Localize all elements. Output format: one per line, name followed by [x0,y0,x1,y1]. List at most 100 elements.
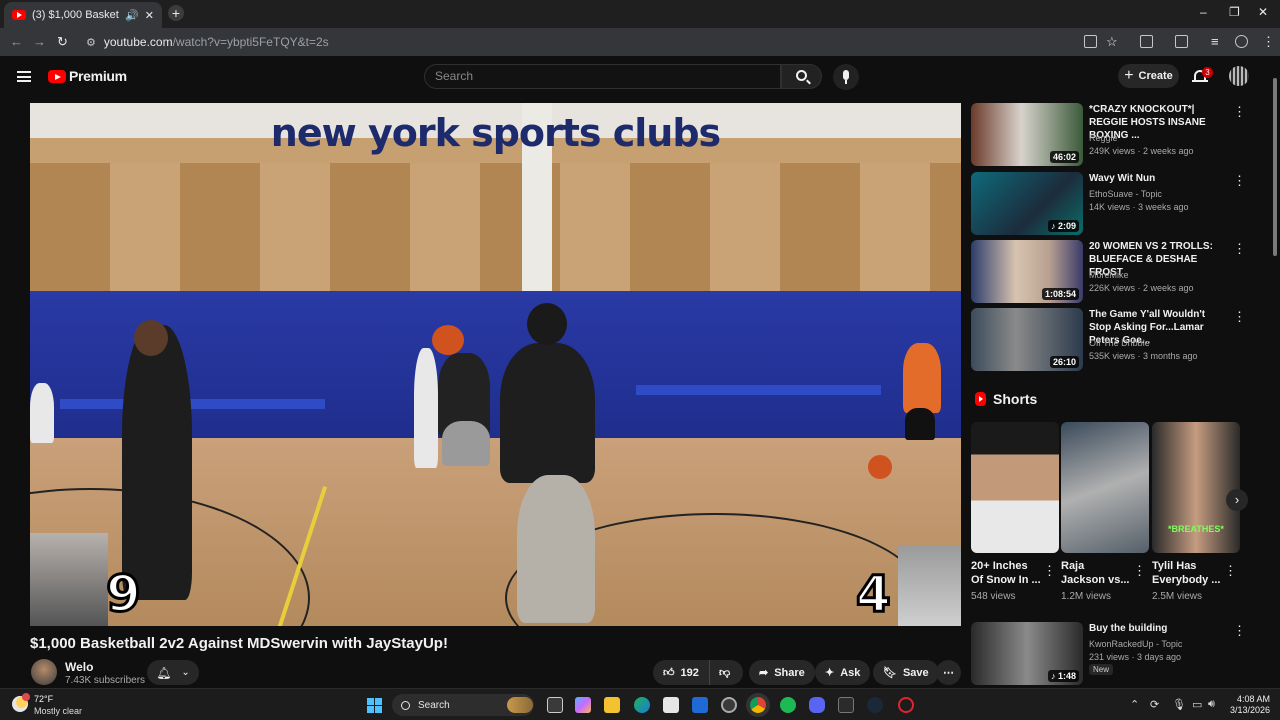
new-tab-button[interactable]: + [168,5,184,21]
video-player[interactable]: new york sports clubs 9 4 [30,103,961,626]
task-view-icon[interactable] [547,697,563,713]
network-icon[interactable]: ▭ [1192,698,1202,711]
more-vert-icon[interactable]: ⋮ [1233,104,1246,120]
recommendation-channel[interactable]: EthoSuave - Topic [1089,188,1162,201]
create-button[interactable]: + Create [1118,64,1179,88]
more-vert-icon[interactable]: ⋮ [1043,563,1056,579]
recommendation-item[interactable]: 1:08:54 20 WOMEN VS 2 TROLLS: BLUEFACE &… [971,240,1251,304]
xbox-icon[interactable] [838,697,854,713]
chrome-icon[interactable] [750,697,766,713]
short-thumbnail[interactable] [971,422,1059,553]
install-app-icon[interactable] [1084,35,1097,48]
close-tab-icon[interactable]: ✕ [145,9,154,22]
search-input[interactable]: Search [424,64,781,89]
bell-icon: 🔔︎ [156,665,172,680]
recommendation-title[interactable]: Buy the building [1089,622,1229,635]
cast-icon[interactable] [1175,35,1188,48]
video-thumbnail[interactable]: 1:08:54 [971,240,1083,303]
short-title[interactable]: Tylil Has Everybody ... [1152,559,1222,587]
windows-start-icon[interactable] [367,698,382,713]
dislike-button[interactable]: 👎︎ [709,660,743,685]
channel-avatar[interactable] [31,659,57,685]
search-button[interactable] [781,64,822,89]
edge-icon[interactable] [634,697,650,713]
outlook-icon[interactable] [692,697,708,713]
shorts-next-chevron-icon[interactable]: › [1226,489,1248,511]
steam-icon[interactable] [867,697,883,713]
menu-icon[interactable] [17,71,31,82]
player-figure [122,325,192,600]
ask-button[interactable]: ✦ Ask [815,660,871,685]
more-vert-icon[interactable]: ⋮ [1233,241,1246,257]
url-path: /watch?v=ybpti5FeTQY&t=2s [172,35,329,49]
microphone-icon[interactable]: 🎙︎ [1172,698,1186,711]
recommendation-item[interactable]: 26:10 The Game Y'all Wouldn't Stop Askin… [971,308,1251,372]
more-vert-icon[interactable]: ⋮ [1233,309,1246,325]
address-bar[interactable]: ⚙ youtube.com/watch?v=ybpti5FeTQY&t=2s [78,31,1126,53]
voice-search-mic-icon[interactable] [833,64,859,90]
temperature[interactable]: 72°F [34,694,53,704]
recommendation-item[interactable]: ♪ 1:48 Buy the building KwonRackedUp - T… [971,622,1251,686]
music-note-icon: ♪ [1050,671,1058,681]
video-title: $1,000 Basketball 2v2 Against MDSwervin … [30,635,448,652]
recommendation-channel[interactable]: Off The Dribble [1089,337,1150,350]
more-vert-icon[interactable]: ⋮ [1233,623,1246,639]
store-icon[interactable] [663,697,679,713]
forward-icon[interactable]: → [33,34,46,49]
short-title[interactable]: 20+ Inches Of Snow In ... [971,559,1041,587]
browser-tab[interactable]: (3) $1,000 Basketball 2v2 Against MDSwer… [4,2,162,28]
short-thumbnail[interactable]: *BREATHES* [1152,422,1240,553]
short-title[interactable]: Raja Jackson vs... [1061,559,1131,587]
scrollbar-thumb[interactable] [1273,78,1277,256]
premium-logo-text[interactable]: Premium [69,68,127,84]
save-button[interactable]: 🔖︎ Save [873,660,939,685]
recommendation-channel[interactable]: KwonRackedUp - Topic [1089,638,1182,651]
reload-icon[interactable]: ↻ [57,34,68,50]
recommendation-item[interactable]: ♪ 2:09 Wavy Wit Nun EthoSuave - Topic 14… [971,172,1251,236]
profile-icon[interactable] [1235,35,1248,48]
recommendation-channel[interactable]: MoreMike [1089,269,1129,282]
tray-app-icon[interactable]: ⟳ [1150,698,1159,711]
volume-icon[interactable]: 🔊︎ [1208,698,1215,711]
close-window-button[interactable]: ✕ [1258,5,1268,19]
widgets-icon[interactable] [507,697,533,713]
page-scrollbar[interactable] [1272,60,1278,686]
more-vert-icon[interactable]: ⋮ [1233,173,1246,189]
channel-name[interactable]: Welo [65,660,93,674]
site-info-icon[interactable]: ⚙ [86,36,96,49]
back-icon[interactable]: ← [10,34,23,49]
player-figure [905,408,935,440]
taskbar-clock[interactable]: 4:08 AM 3/13/2026 [1228,694,1270,716]
recommendation-item[interactable]: 46:02 *CRAZY KNOCKOUT*| REGGIE HOSTS INS… [971,103,1251,167]
short-thumbnail[interactable] [1061,422,1149,553]
extensions-icon[interactable] [1140,35,1153,48]
share-button[interactable]: ➦ Share [749,660,815,685]
youtube-logo-icon[interactable] [48,70,66,83]
minimize-button[interactable]: – [1200,5,1207,19]
speaker-icon[interactable]: 🔊 [125,9,139,22]
browser-menu-icon[interactable]: ⋮ [1262,34,1275,50]
video-thumbnail[interactable]: 46:02 [971,103,1083,166]
copilot-icon[interactable] [575,697,591,713]
tray-chevron-icon[interactable]: ⌃ [1130,698,1139,711]
account-avatar[interactable] [1229,66,1249,86]
reading-list-icon[interactable]: ≡ [1211,34,1219,49]
opera-icon[interactable] [898,697,914,713]
more-vert-icon[interactable]: ⋮ [1133,563,1146,579]
weather-condition[interactable]: Mostly clear [34,706,82,716]
like-button[interactable]: 👍︎ 192 [653,660,709,685]
recommendation-channel[interactable]: Reggie [1089,132,1118,145]
discord-icon[interactable] [809,697,825,713]
maximize-button[interactable]: ❐ [1229,5,1240,19]
recommendation-title[interactable]: Wavy Wit Nun [1089,172,1229,185]
bookmark-star-icon[interactable]: ☆ [1106,34,1118,50]
video-thumbnail[interactable]: 26:10 [971,308,1083,371]
subscription-bell-button[interactable]: 🔔︎ ⌄ [147,660,199,685]
video-thumbnail[interactable]: ♪ 2:09 [971,172,1083,235]
app-icon[interactable] [721,697,737,713]
file-explorer-icon[interactable] [604,697,620,713]
more-actions-button[interactable]: ⋯ [936,660,961,685]
more-vert-icon[interactable]: ⋮ [1224,563,1237,579]
spotify-icon[interactable] [780,697,796,713]
video-thumbnail[interactable]: ♪ 1:48 [971,622,1083,685]
